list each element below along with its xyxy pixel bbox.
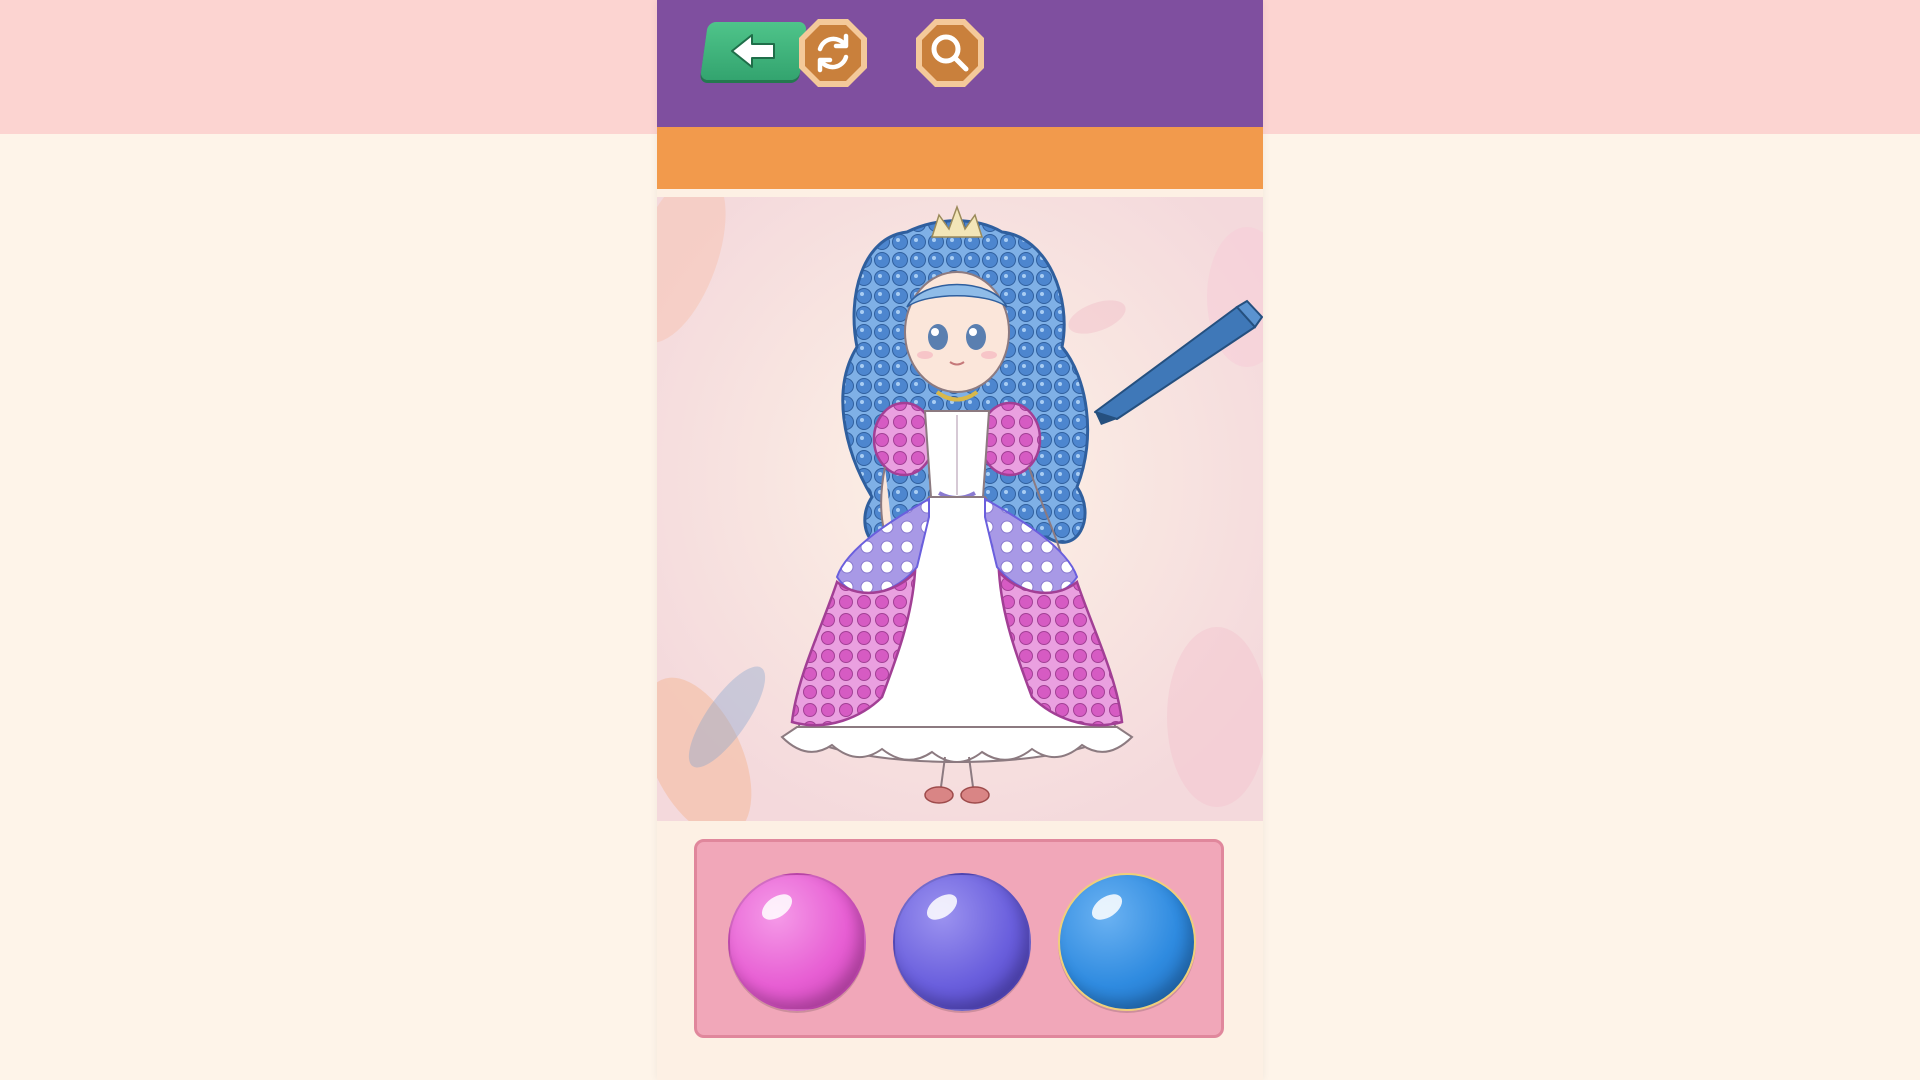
princess-illustration: [657, 197, 1263, 821]
back-button[interactable]: [699, 22, 808, 80]
brush-icon[interactable]: [1087, 297, 1263, 427]
refresh-button[interactable]: [796, 16, 870, 90]
game-frame: [657, 0, 1263, 1080]
color-pink-button[interactable]: [728, 873, 866, 1011]
shine: [1087, 889, 1127, 925]
shine: [757, 889, 797, 925]
color-blue-button[interactable]: [1058, 873, 1196, 1011]
shine: [922, 889, 962, 925]
top-bar: [657, 0, 1263, 127]
color-palette: [694, 839, 1224, 1038]
accent-bar: [657, 127, 1263, 189]
search-button[interactable]: [913, 16, 987, 90]
coloring-canvas[interactable]: [657, 197, 1263, 821]
color-purple-button[interactable]: [893, 873, 1031, 1011]
arrow-left-icon: [730, 34, 775, 68]
